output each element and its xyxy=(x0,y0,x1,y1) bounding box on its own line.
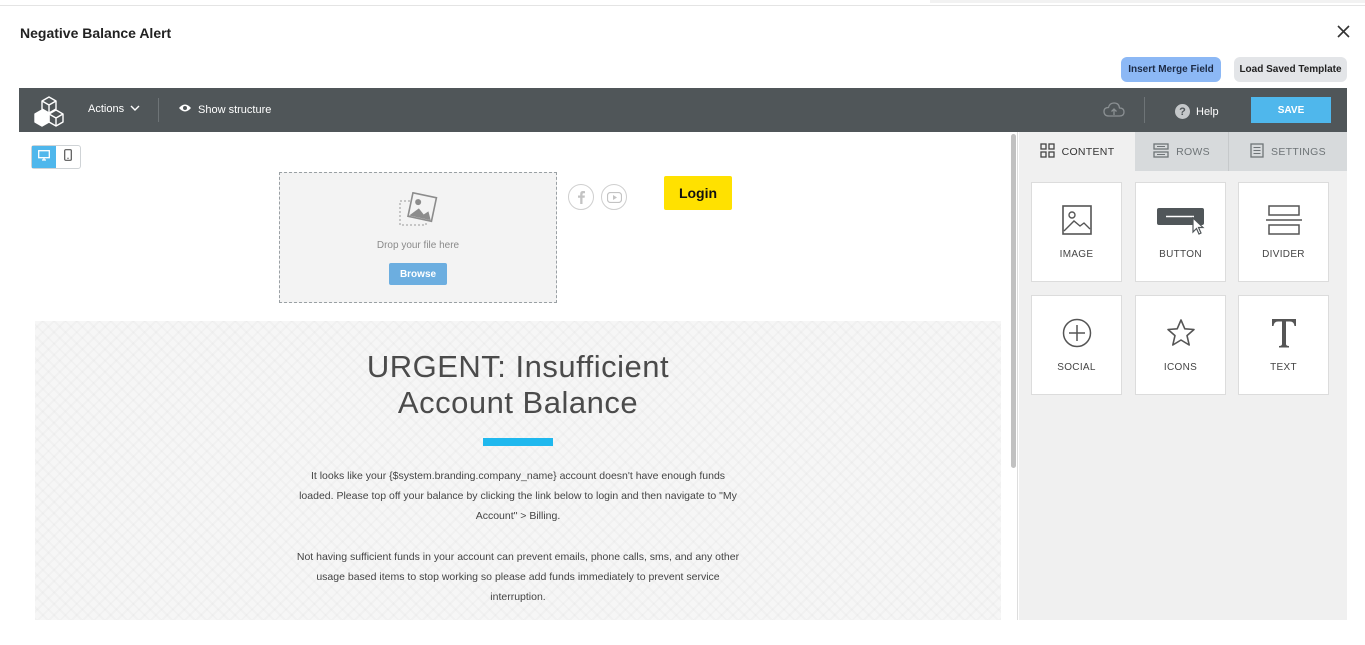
modal-title: Negative Balance Alert xyxy=(20,25,172,41)
image-placeholder-icon xyxy=(398,191,438,233)
email-paragraph-1: It looks like your {$system.branding.com… xyxy=(299,470,737,522)
tile-social[interactable]: SOCIAL xyxy=(1031,295,1122,395)
tile-icons[interactable]: ICONS xyxy=(1135,295,1226,395)
headline-line-2: Account Balance xyxy=(397,385,639,420)
save-button[interactable]: SAVE xyxy=(1251,97,1331,123)
login-button[interactable]: Login xyxy=(664,176,732,210)
tile-social-label: SOCIAL xyxy=(1057,362,1096,373)
youtube-icon[interactable] xyxy=(601,184,627,210)
settings-doc-icon xyxy=(1250,142,1264,161)
panel-tabs: CONTENT ROWS SETTINGS xyxy=(1019,132,1347,171)
tab-content[interactable]: CONTENT xyxy=(1019,132,1135,171)
editor-toolbar: Actions Show structure ? Help SAVE xyxy=(19,88,1347,132)
tile-button[interactable]: BUTTON xyxy=(1135,182,1226,282)
content-panel: CONTENT ROWS SETTINGS IMAGE BUTTON DIVID… xyxy=(1019,132,1347,620)
load-saved-template-button[interactable]: Load Saved Template xyxy=(1234,57,1347,82)
accent-divider xyxy=(483,438,553,446)
insert-merge-field-button[interactable]: Insert Merge Field xyxy=(1121,57,1221,82)
email-canvas: Drop your file here Browse Login URGENT:… xyxy=(19,132,1010,620)
tile-icons-label: ICONS xyxy=(1163,362,1198,373)
cloud-upload-icon[interactable] xyxy=(1103,101,1125,119)
cubes-logo-icon xyxy=(33,95,65,127)
tab-settings-label: SETTINGS xyxy=(1271,145,1326,158)
email-headline: URGENT: Insufficient Account Balance xyxy=(35,349,1001,421)
facebook-icon[interactable] xyxy=(568,184,594,210)
image-icon xyxy=(1061,201,1092,239)
eye-icon xyxy=(178,103,192,116)
window-top-bar xyxy=(930,0,1365,3)
mobile-view-button[interactable] xyxy=(56,146,80,168)
actions-menu[interactable]: Actions xyxy=(88,103,140,115)
tile-text[interactable]: TEXT xyxy=(1238,295,1329,395)
desktop-view-button[interactable] xyxy=(32,146,56,168)
button-icon xyxy=(1156,201,1206,239)
dropzone-text: Drop your file here xyxy=(376,240,460,251)
canvas-scrollbar[interactable] xyxy=(1011,132,1016,620)
headline-line-1: URGENT: Insufficient xyxy=(366,349,670,384)
show-structure-label: Show structure xyxy=(198,103,272,116)
tile-text-label: TEXT xyxy=(1270,362,1297,373)
help-label: Help xyxy=(1196,105,1219,118)
social-plus-icon xyxy=(1062,314,1092,352)
toolbar-divider xyxy=(158,98,159,122)
tile-image[interactable]: IMAGE xyxy=(1031,182,1122,282)
desktop-icon xyxy=(38,148,50,166)
chevron-down-icon xyxy=(130,103,140,115)
window-top-divider xyxy=(0,5,1365,6)
show-structure-toggle[interactable]: Show structure xyxy=(178,103,271,116)
tab-rows-label: ROWS xyxy=(1176,145,1210,158)
tab-content-label: CONTENT xyxy=(1061,145,1115,158)
email-content-block[interactable]: URGENT: Insufficient Account Balance It … xyxy=(35,321,1001,620)
image-dropzone[interactable]: Drop your file here Browse xyxy=(279,172,557,303)
mobile-icon xyxy=(64,148,72,166)
help-button[interactable]: ? Help xyxy=(1175,104,1219,119)
tile-image-label: IMAGE xyxy=(1059,249,1094,260)
star-icon xyxy=(1166,314,1196,352)
email-paragraph-2: Not having sufficient funds in your acco… xyxy=(296,551,740,603)
tile-divider[interactable]: DIVIDER xyxy=(1238,182,1329,282)
tab-settings[interactable]: SETTINGS xyxy=(1229,132,1347,171)
text-t-icon xyxy=(1269,314,1299,352)
rows-icon xyxy=(1153,142,1169,161)
panel-divider xyxy=(1017,132,1018,620)
toolbar-divider xyxy=(1144,97,1145,123)
tile-divider-label: DIVIDER xyxy=(1262,249,1305,260)
grid-icon xyxy=(1039,142,1055,161)
tile-button-label: BUTTON xyxy=(1159,249,1202,260)
browse-button[interactable]: Browse xyxy=(389,263,447,285)
device-toggle xyxy=(31,145,81,169)
tab-rows[interactable]: ROWS xyxy=(1135,132,1229,171)
help-icon: ? xyxy=(1175,104,1190,119)
actions-label: Actions xyxy=(88,103,125,115)
scrollbar-thumb[interactable] xyxy=(1011,134,1016,468)
close-icon[interactable] xyxy=(1334,22,1354,42)
divider-icon xyxy=(1265,201,1302,239)
